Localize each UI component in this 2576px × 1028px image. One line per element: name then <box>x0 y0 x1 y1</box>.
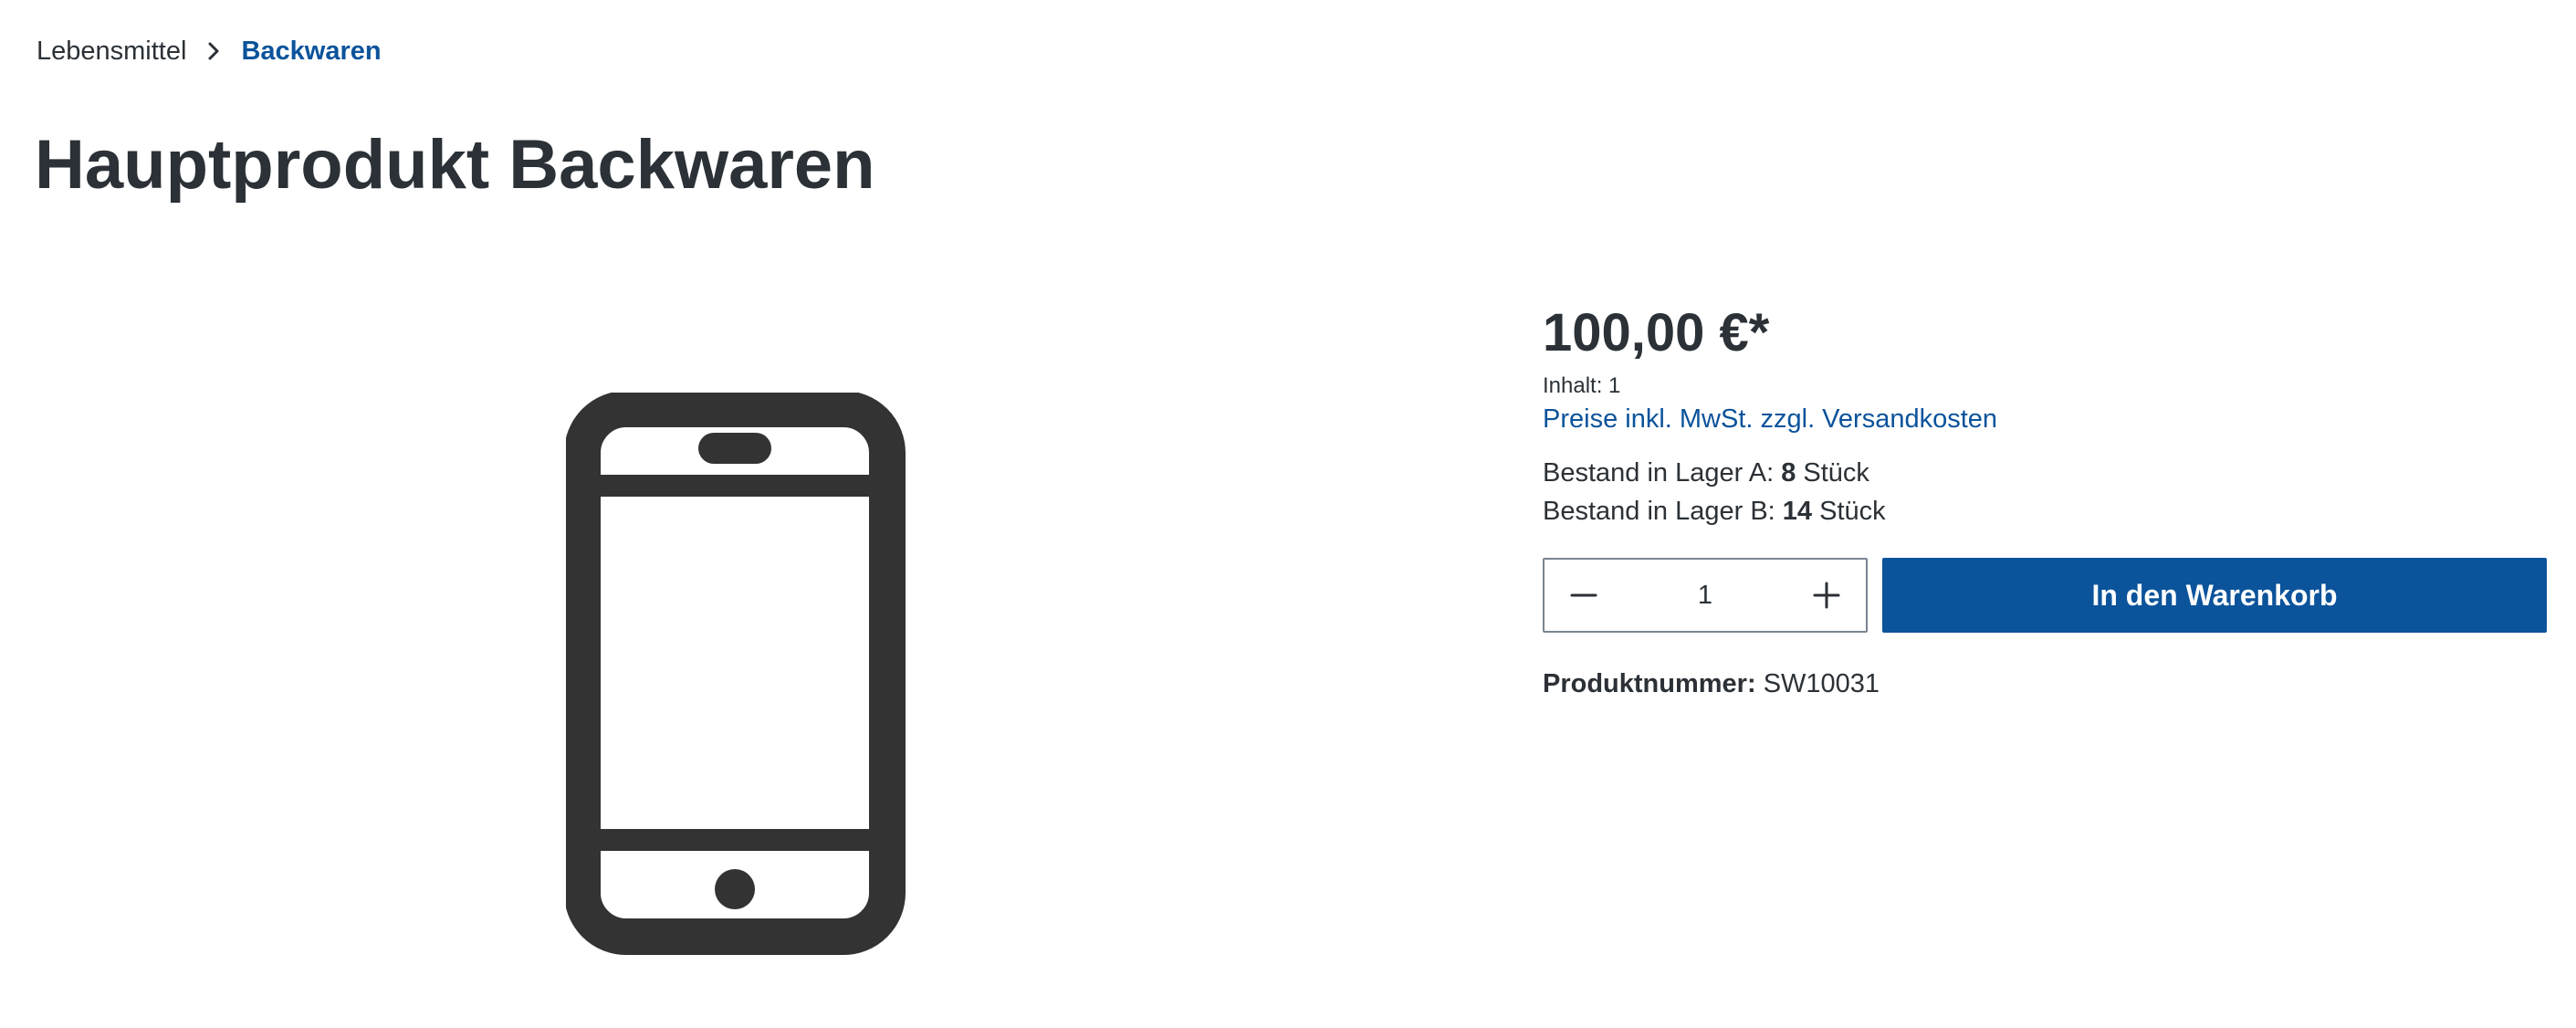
add-to-cart-button[interactable]: In den Warenkorb <box>1882 558 2547 633</box>
plus-icon <box>1813 582 1840 609</box>
stock-label: Bestand in Lager A: <box>1543 458 1782 488</box>
quantity-decrease-button[interactable] <box>1545 560 1623 631</box>
product-image[interactable] <box>566 393 931 986</box>
buy-box: 100,00 €* Inhalt: 1 Preise inkl. MwSt. z… <box>1543 297 2547 702</box>
stock-label: Bestand in Lager B: <box>1543 497 1783 526</box>
stock-line-a: Bestand in Lager A: 8 Stück <box>1543 454 2547 492</box>
product-number: Produktnummer: SW10031 <box>1543 666 2547 702</box>
product-detail-page: Lebensmittel Backwaren Hauptprodukt Back… <box>0 0 2576 1028</box>
stock-info: Bestand in Lager A: 8 Stück Bestand in L… <box>1543 454 2547 530</box>
chevron-right-icon <box>186 33 241 69</box>
quantity-stepper <box>1543 558 1868 633</box>
product-content: Inhalt: 1 <box>1543 373 1621 398</box>
quantity-increase-button[interactable] <box>1787 560 1866 631</box>
breadcrumb-item-lebensmittel[interactable]: Lebensmittel <box>37 33 186 69</box>
stock-quantity: 8 <box>1781 458 1796 488</box>
product-number-label: Produktnummer: <box>1543 669 1756 698</box>
quantity-input[interactable] <box>1632 568 1778 623</box>
stock-unit: Stück <box>1796 458 1869 488</box>
tax-shipping-link[interactable]: Preise inkl. MwSt. zzgl. Versandkosten <box>1543 401 1997 437</box>
stock-unit: Stück <box>1812 497 1886 526</box>
buy-row: In den Warenkorb <box>1543 558 2547 633</box>
smartphone-icon <box>566 393 906 955</box>
stock-line-b: Bestand in Lager B: 14 Stück <box>1543 492 2547 530</box>
minus-icon <box>1570 593 1597 597</box>
product-number-value: SW10031 <box>1763 669 1880 698</box>
stock-quantity: 14 <box>1782 497 1813 526</box>
product-price: 100,00 €* <box>1543 303 1770 362</box>
breadcrumb: Lebensmittel Backwaren <box>37 33 382 69</box>
breadcrumb-item-backwaren[interactable]: Backwaren <box>241 33 381 69</box>
page-title: Hauptprodukt Backwaren <box>35 126 875 204</box>
